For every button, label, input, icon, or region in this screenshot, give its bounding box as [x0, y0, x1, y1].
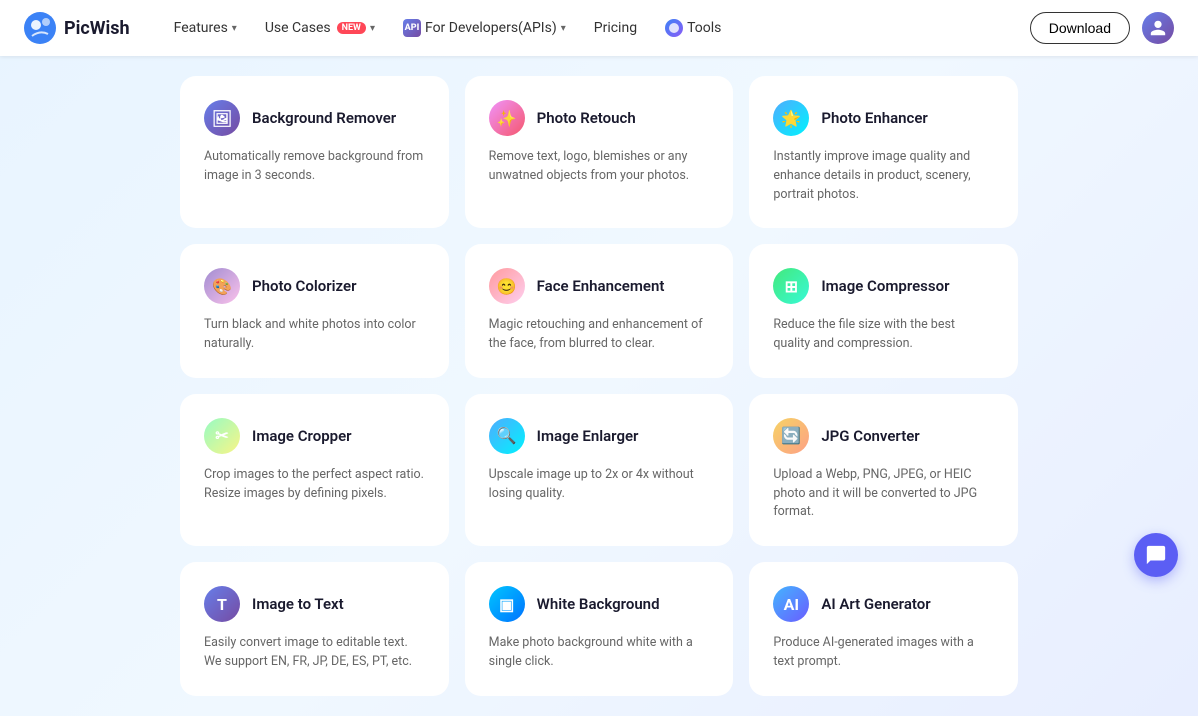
image-cropper-icon: ✂	[204, 418, 240, 454]
card-description: Magic retouching and enhancement of the …	[489, 316, 710, 354]
card-description: Instantly improve image quality and enha…	[773, 148, 994, 204]
new-badge: NEW	[337, 22, 366, 34]
jpg-converter-icon: 🔄	[773, 418, 809, 454]
photo-colorizer-icon: 🎨	[204, 268, 240, 304]
card-header: 🔄 JPG Converter	[773, 418, 994, 454]
card-title: Photo Colorizer	[252, 277, 356, 295]
card-image-compressor[interactable]: ⊞ Image Compressor Reduce the file size …	[749, 244, 1018, 378]
card-header: T Image to Text	[204, 586, 425, 622]
card-header: ⊞ Image Compressor	[773, 268, 994, 304]
nav-item-features[interactable]: Features ▾	[162, 14, 249, 42]
card-header: 🔍 Image Enlarger	[489, 418, 710, 454]
white-background-icon: ▣	[489, 586, 525, 622]
card-title: Image Cropper	[252, 427, 352, 445]
card-title: AI Art Generator	[821, 595, 930, 613]
logo-icon	[24, 12, 56, 44]
card-image-cropper[interactable]: ✂ Image Cropper Crop images to the perfe…	[180, 394, 449, 546]
card-header: ▣ White Background	[489, 586, 710, 622]
card-photo-retouch[interactable]: ✨ Photo Retouch Remove text, logo, blemi…	[465, 76, 734, 228]
card-image-to-text[interactable]: T Image to Text Easily convert image to …	[180, 562, 449, 696]
card-description: Produce AI-generated images with a text …	[773, 634, 994, 672]
chevron-down-icon: ▾	[232, 23, 237, 34]
card-title: Image to Text	[252, 595, 344, 613]
navbar: PicWish Features ▾ Use Cases NEW ▾ API F…	[0, 0, 1198, 56]
logo-text: PicWish	[64, 18, 130, 39]
main-content: 🖼 Background Remover Automatically remov…	[0, 56, 1198, 716]
card-title: Image Compressor	[821, 277, 949, 295]
card-title: Photo Retouch	[537, 109, 636, 127]
card-description: Easily convert image to editable text. W…	[204, 634, 425, 672]
card-description: Reduce the file size with the best quali…	[773, 316, 994, 354]
card-description: Upload a Webp, PNG, JPEG, or HEIC photo …	[773, 466, 994, 522]
card-description: Remove text, logo, blemishes or any unwa…	[489, 148, 710, 186]
avatar[interactable]	[1142, 12, 1174, 44]
card-description: Turn black and white photos into color n…	[204, 316, 425, 354]
api-icon: API	[403, 19, 421, 37]
ai-icon	[665, 19, 683, 37]
card-title: Image Enlarger	[537, 427, 639, 445]
card-jpg-converter[interactable]: 🔄 JPG Converter Upload a Webp, PNG, JPEG…	[749, 394, 1018, 546]
card-photo-colorizer[interactable]: 🎨 Photo Colorizer Turn black and white p…	[180, 244, 449, 378]
image-to-text-icon: T	[204, 586, 240, 622]
chevron-down-icon: ▾	[370, 23, 375, 34]
image-compressor-icon: ⊞	[773, 268, 809, 304]
card-image-enlarger[interactable]: 🔍 Image Enlarger Upscale image up to 2x …	[465, 394, 734, 546]
nav-right: Download	[1030, 12, 1174, 44]
chevron-down-icon: ▾	[561, 23, 566, 34]
photo-retouch-icon: ✨	[489, 100, 525, 136]
card-description: Upscale image up to 2x or 4x without los…	[489, 466, 710, 504]
card-title: Photo Enhancer	[821, 109, 928, 127]
card-header: ✂ Image Cropper	[204, 418, 425, 454]
logo[interactable]: PicWish	[24, 12, 130, 44]
background-remover-icon: 🖼	[204, 100, 240, 136]
card-header: 😊 Face Enhancement	[489, 268, 710, 304]
card-header: 🖼 Background Remover	[204, 100, 425, 136]
nav-item-developers[interactable]: API For Developers(APIs) ▾	[391, 13, 578, 43]
nav-links: Features ▾ Use Cases NEW ▾ API For Devel…	[162, 13, 1030, 43]
card-title: White Background	[537, 595, 660, 613]
card-title: JPG Converter	[821, 427, 919, 445]
card-header: AI AI Art Generator	[773, 586, 994, 622]
download-button[interactable]: Download	[1030, 12, 1130, 44]
image-enlarger-icon: 🔍	[489, 418, 525, 454]
card-title: Background Remover	[252, 109, 396, 127]
chat-bubble[interactable]	[1134, 533, 1178, 577]
nav-item-use-cases[interactable]: Use Cases NEW ▾	[253, 14, 387, 42]
card-title: Face Enhancement	[537, 277, 665, 295]
card-header: 🌟 Photo Enhancer	[773, 100, 994, 136]
card-header: ✨ Photo Retouch	[489, 100, 710, 136]
card-description: Crop images to the perfect aspect ratio.…	[204, 466, 425, 504]
card-description: Make photo background white with a singl…	[489, 634, 710, 672]
card-face-enhancement[interactable]: 😊 Face Enhancement Magic retouching and …	[465, 244, 734, 378]
photo-enhancer-icon: 🌟	[773, 100, 809, 136]
card-background-remover[interactable]: 🖼 Background Remover Automatically remov…	[180, 76, 449, 228]
card-description: Automatically remove background from ima…	[204, 148, 425, 186]
face-enhancement-icon: 😊	[489, 268, 525, 304]
card-ai-art-generator[interactable]: AI AI Art Generator Produce AI-generated…	[749, 562, 1018, 696]
card-white-background[interactable]: ▣ White Background Make photo background…	[465, 562, 734, 696]
card-photo-enhancer[interactable]: 🌟 Photo Enhancer Instantly improve image…	[749, 76, 1018, 228]
nav-item-pricing[interactable]: Pricing	[582, 14, 649, 42]
ai-art-generator-icon: AI	[773, 586, 809, 622]
nav-item-tools[interactable]: Tools	[653, 13, 733, 43]
card-header: 🎨 Photo Colorizer	[204, 268, 425, 304]
